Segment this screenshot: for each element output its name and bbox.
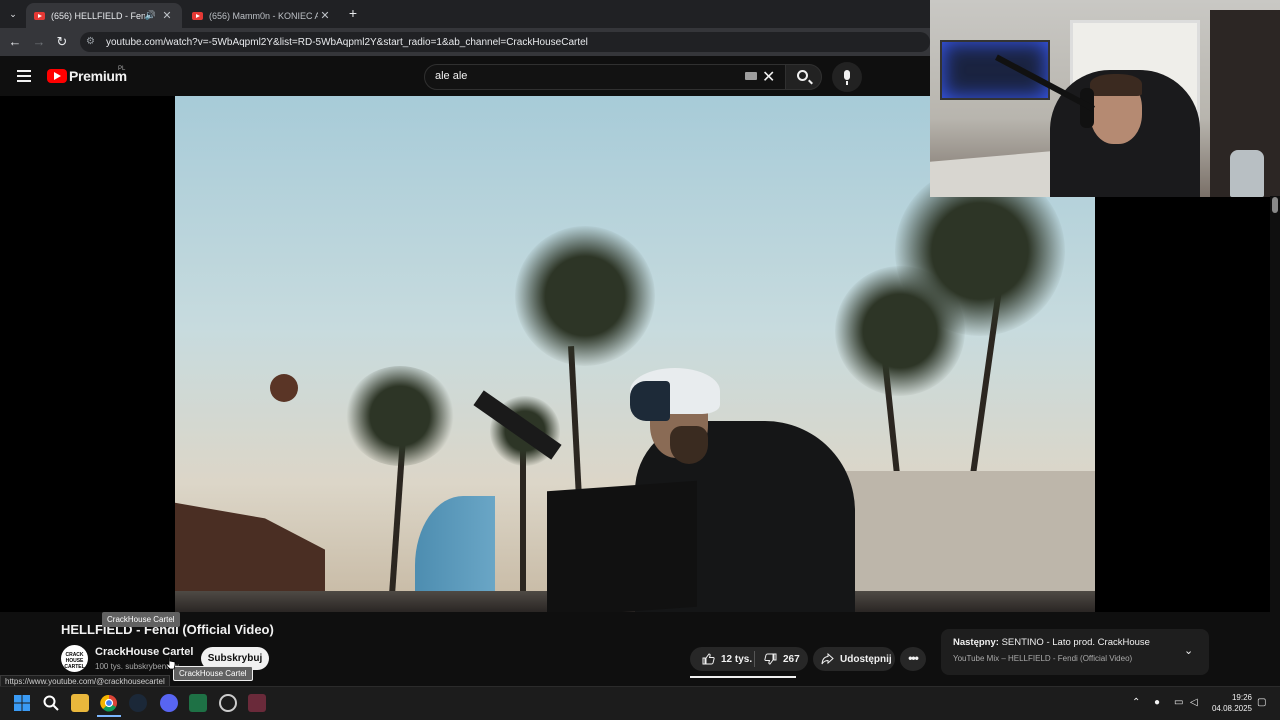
man-beard	[670, 426, 708, 464]
up-next-card[interactable]	[941, 629, 1209, 675]
bottle	[1230, 150, 1264, 197]
thumbs-up-icon	[702, 653, 715, 665]
palm-crown	[515, 226, 655, 366]
back-button[interactable]: ←	[6, 33, 24, 51]
game-app-icon[interactable]	[248, 694, 266, 712]
tab-search-icon[interactable]: ⌄	[4, 5, 22, 23]
channel-name-tooltip: CrackHouse Cartel	[173, 666, 253, 681]
notification-icon[interactable]: ▢	[1257, 697, 1266, 708]
tab-title: (656) HELLFIELD - Fendi (Of	[51, 10, 145, 21]
forward-button[interactable]: →	[30, 33, 48, 51]
scrollbar-thumb[interactable]	[1272, 197, 1278, 213]
region-code: PL	[118, 66, 126, 72]
youtube-favicon-icon	[34, 11, 45, 20]
aquarium	[940, 40, 1050, 100]
up-next-title[interactable]: Następny: SENTINO - Lato prod. CrackHous…	[953, 637, 1150, 648]
youtube-logo-icon	[47, 69, 67, 83]
tray-overflow-icon[interactable]: ⌃	[1132, 697, 1140, 708]
voice-search-button[interactable]	[832, 62, 862, 92]
steam-icon[interactable]	[129, 694, 147, 712]
site-info-icon[interactable]: ⚙	[86, 36, 98, 48]
browser-tab-hellfield[interactable]: (656) HELLFIELD - Fendi (Of 🔊 ✕	[26, 3, 182, 28]
search-input[interactable]: ale ale	[435, 70, 467, 82]
youtube-premium-logo[interactable]: Premium PL	[47, 66, 127, 84]
cap-front	[630, 381, 670, 421]
chevron-down-icon[interactable]: ⌄	[1184, 644, 1193, 657]
webcam-overlay	[930, 0, 1280, 197]
discord-icon[interactable]	[160, 694, 178, 712]
active-app-indicator	[97, 715, 121, 717]
sculpture	[175, 502, 325, 612]
new-tab-button[interactable]: +	[344, 4, 362, 22]
thumbs-down-icon	[764, 653, 777, 665]
up-next-video-title: SENTINO - Lato prod. CrackHouse	[1001, 637, 1150, 648]
volume-icon[interactable]: ◁	[1190, 697, 1198, 708]
like-ratio-bar	[690, 676, 796, 678]
browser-tab-mammon[interactable]: (656) Mamm0n - KONIEC ARCH ✕	[184, 3, 340, 28]
dislike-button[interactable]: 267	[756, 647, 808, 671]
file-explorer-icon[interactable]	[71, 694, 89, 712]
sculpture-ball	[270, 374, 298, 402]
reload-button[interactable]: ↻	[53, 33, 71, 51]
share-label: Udostępnij	[840, 653, 892, 665]
address-bar[interactable]: ⚙ youtube.com/watch?v=-5WbAqpml2Y&list=R…	[80, 32, 930, 52]
network-icon[interactable]: ▭	[1174, 697, 1183, 708]
taskbar-search-icon[interactable]	[42, 694, 60, 712]
streamer-hair	[1090, 74, 1142, 96]
channel-name-link[interactable]: CrackHouse Cartel	[95, 646, 193, 658]
keyboard-icon[interactable]	[745, 72, 757, 80]
like-button[interactable]: 12 tys.	[690, 647, 754, 671]
more-actions-button[interactable]: •••	[900, 647, 926, 671]
search-box[interactable]: ale ale	[424, 64, 786, 90]
chrome-icon[interactable]	[100, 694, 118, 712]
like-count: 12 tys.	[721, 653, 753, 665]
black-box	[547, 480, 697, 612]
share-icon	[821, 653, 834, 665]
channel-tooltip: CrackHouse Cartel	[102, 612, 180, 627]
palm-crown	[345, 366, 455, 466]
tab-title: (656) Mamm0n - KONIEC ARCH	[209, 10, 318, 21]
clear-search-icon[interactable]: ✕	[762, 67, 775, 87]
mouse-cursor-icon	[166, 656, 176, 670]
dislike-count: 267	[783, 653, 800, 665]
taskbar-date[interactable]: 04.08.2025	[1208, 704, 1252, 713]
menu-icon[interactable]	[17, 70, 31, 82]
obs-icon[interactable]	[219, 694, 237, 712]
speaker-icon[interactable]: 🔊	[145, 10, 156, 21]
excel-icon[interactable]	[189, 694, 207, 712]
search-button[interactable]	[785, 64, 822, 90]
channel-avatar[interactable]: CRACK HOUSE CARTEL	[61, 645, 88, 672]
taskbar-time[interactable]: 19:26	[1224, 693, 1252, 702]
close-tab-icon[interactable]: ✕	[318, 9, 332, 23]
search-icon	[797, 70, 808, 81]
like-divider	[754, 651, 755, 667]
windows-start-icon[interactable]	[13, 694, 31, 712]
up-next-playlist: YouTube Mix – HELLFIELD - Fendi (Officia…	[953, 654, 1133, 663]
microphone-tray-icon[interactable]: ●	[1154, 697, 1160, 708]
share-button[interactable]: Udostępnij	[813, 647, 895, 671]
youtube-favicon-icon	[192, 11, 203, 20]
close-tab-icon[interactable]: ✕	[160, 9, 174, 23]
up-next-prefix: Następny:	[953, 637, 999, 648]
url-text: youtube.com/watch?v=-5WbAqpml2Y&list=RD-…	[106, 36, 588, 48]
